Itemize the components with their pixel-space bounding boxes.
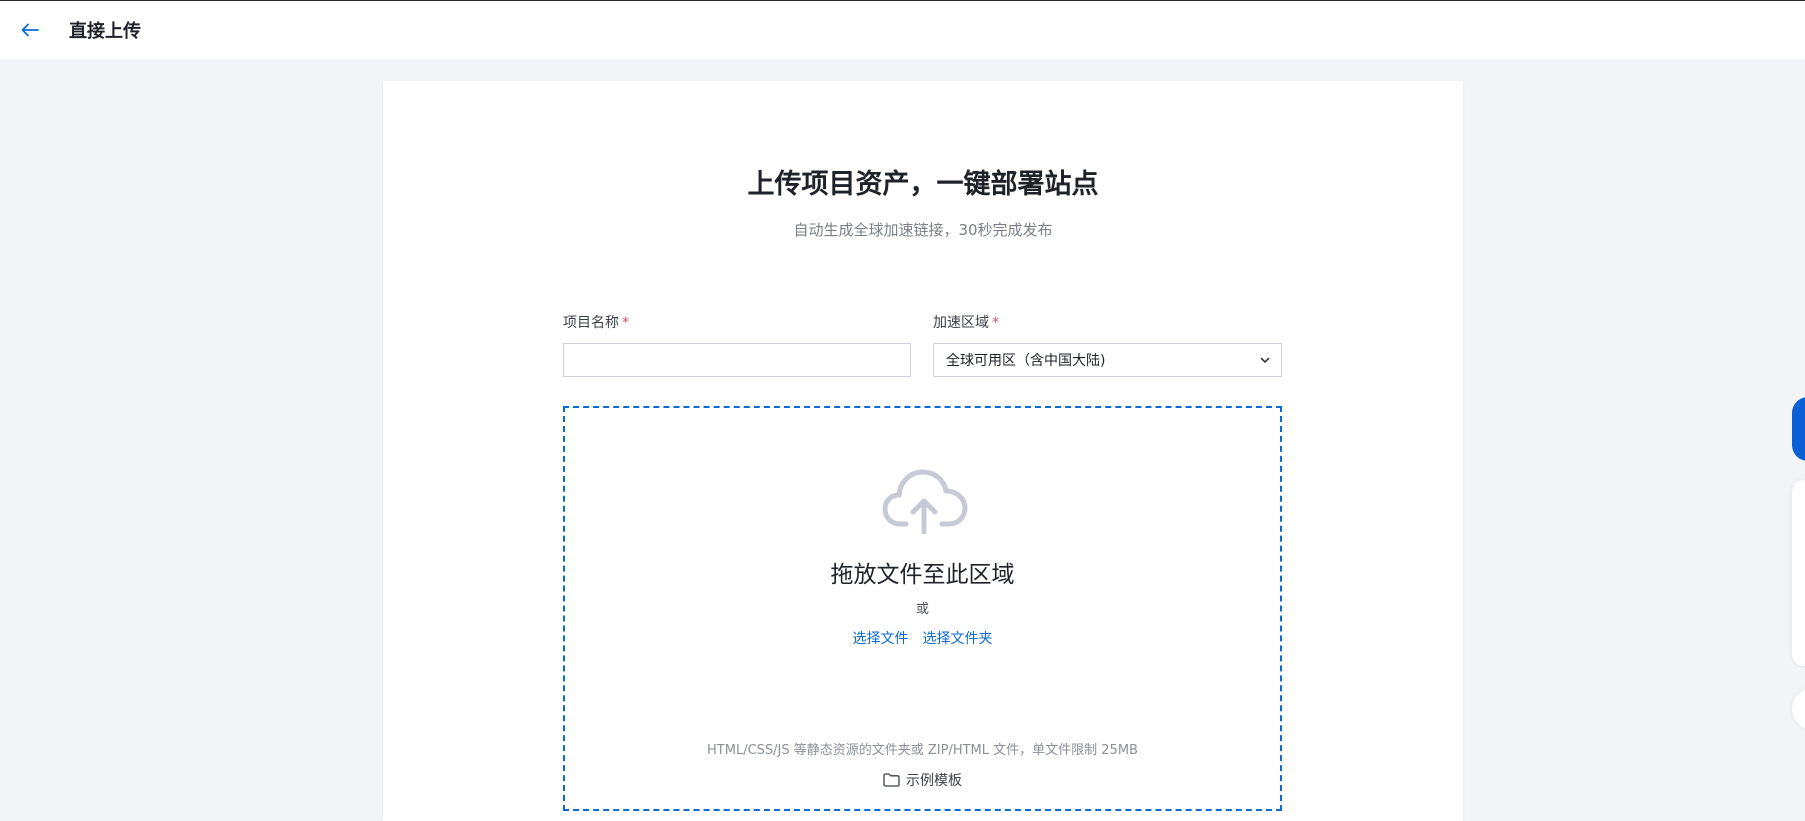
choose-file-link[interactable]: 选择文件 (853, 631, 909, 647)
required-mark: * (622, 315, 629, 331)
folder-icon (883, 773, 900, 787)
choose-folder-link[interactable]: 选择文件夹 (923, 631, 993, 647)
chevron-down-icon (1260, 357, 1270, 363)
upload-card: 上传项目资产，一键部署站点 自动生成全球加速链接，30秒完成发布 项目名称 * 加… (383, 81, 1463, 821)
arrow-left-icon (21, 23, 39, 37)
required-mark: * (992, 315, 999, 331)
dropzone-hint: HTML/CSS/JS 等静态资源的文件夹或 ZIP/HTML 文件，单文件限制… (707, 743, 1138, 758)
project-name-label: 项目名称 * (563, 312, 629, 332)
cloud-upload-icon (882, 469, 968, 534)
file-dropzone[interactable]: 拖放文件至此区域 或 选择文件 选择文件夹 HTML/CSS/JS 等静态资源的文… (563, 406, 1282, 811)
floating-help-tab[interactable] (1792, 397, 1805, 461)
page-title: 直接上传 (69, 21, 141, 42)
back-button[interactable] (14, 14, 46, 46)
region-select[interactable]: 全球可用区（含中国大陆) (933, 343, 1282, 377)
dropzone-or: 或 (915, 602, 929, 617)
dropzone-title: 拖放文件至此区域 (830, 562, 1015, 588)
dropzone-links: 选择文件 选择文件夹 (565, 628, 1280, 648)
sample-template-label: 示例模板 (906, 773, 962, 789)
region-select-value: 全球可用区（含中国大陆) (946, 353, 1106, 369)
project-name-input[interactable] (563, 343, 911, 377)
sample-template-link[interactable]: 示例模板 (565, 770, 1280, 790)
hero-title: 上传项目资产，一键部署站点 (747, 169, 1099, 200)
floating-round-button[interactable] (1792, 688, 1805, 730)
floating-side-panel[interactable] (1792, 480, 1805, 666)
project-name-label-text: 项目名称 (563, 315, 619, 331)
region-label: 加速区域 * (933, 312, 999, 332)
region-label-text: 加速区域 (933, 315, 989, 331)
hero-subtitle: 自动生成全球加速链接，30秒完成发布 (793, 221, 1053, 239)
page-header: 直接上传 (0, 1, 1805, 59)
